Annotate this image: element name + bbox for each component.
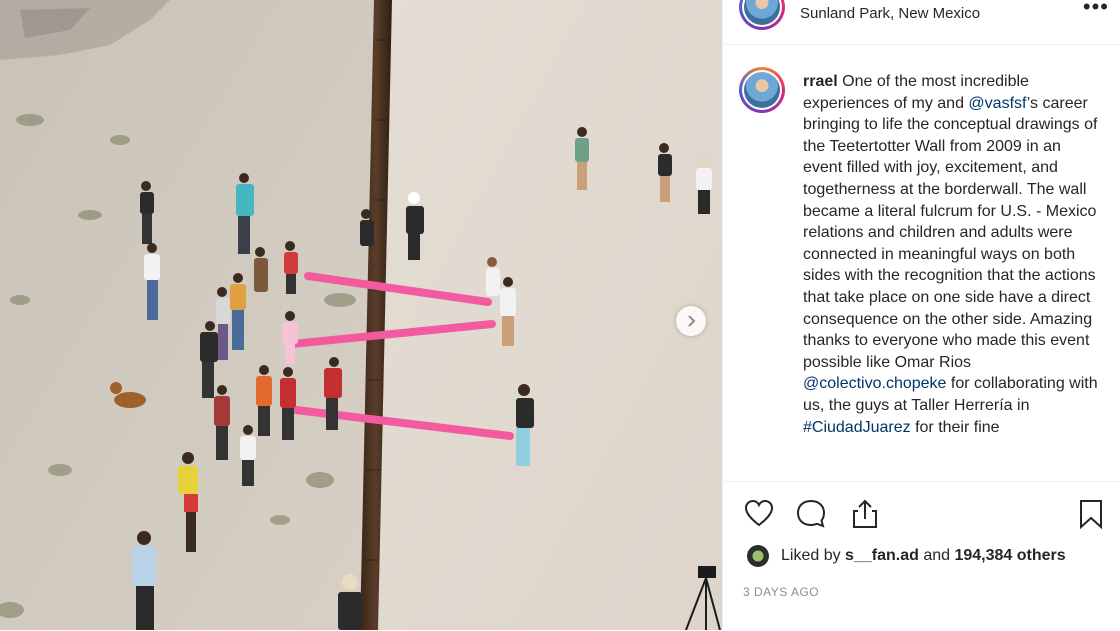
post-timestamp[interactable]: 3 DAYS AGO [743, 585, 819, 599]
post-actions: Liked by s__fan.ad and 194,384 others 3 … [723, 481, 1120, 631]
bookmark-icon[interactable] [1075, 498, 1107, 530]
likes-count[interactable]: 194,384 others [954, 547, 1065, 565]
liker-username[interactable]: s__fan.ad [845, 547, 919, 565]
heart-icon[interactable] [743, 498, 775, 530]
chevron-right-icon [688, 315, 696, 327]
mention-link[interactable]: @colectivo.chopeke [803, 375, 946, 392]
likes-prefix: Liked by [781, 547, 841, 564]
teetertotter-wall-photo [0, 0, 722, 630]
likes-summary[interactable]: Liked by s__fan.ad and 194,384 others [747, 544, 1066, 568]
caption-scroll-area[interactable]: rrael One of the most incredible experie… [723, 45, 1120, 481]
caption-text: for their fine [910, 418, 1000, 436]
post-side-panel: Sunland Park, New Mexico ••• rrael One o… [722, 0, 1120, 630]
likes-conjunction: and [923, 547, 951, 564]
caption-text: ’s career bringing to life the conceptua… [803, 94, 1098, 371]
share-icon[interactable] [849, 498, 881, 530]
liker-avatar [747, 545, 769, 567]
hashtag-link[interactable]: #CiudadJuarez [803, 419, 911, 436]
more-horizontal-icon[interactable]: ••• [1083, 0, 1109, 20]
caption-author-avatar[interactable] [739, 67, 785, 113]
next-photo-button[interactable] [676, 306, 706, 336]
author-avatar[interactable] [739, 0, 785, 30]
mention-link[interactable]: @vasfsf [968, 95, 1026, 112]
post-header: Sunland Park, New Mexico ••• [723, 0, 1120, 45]
post-caption: rrael One of the most incredible experie… [803, 71, 1103, 438]
caption-username[interactable]: rrael [803, 73, 838, 90]
comment-icon[interactable] [795, 498, 827, 530]
post-photo[interactable] [0, 0, 722, 630]
location-link[interactable]: Sunland Park, New Mexico [800, 5, 980, 22]
